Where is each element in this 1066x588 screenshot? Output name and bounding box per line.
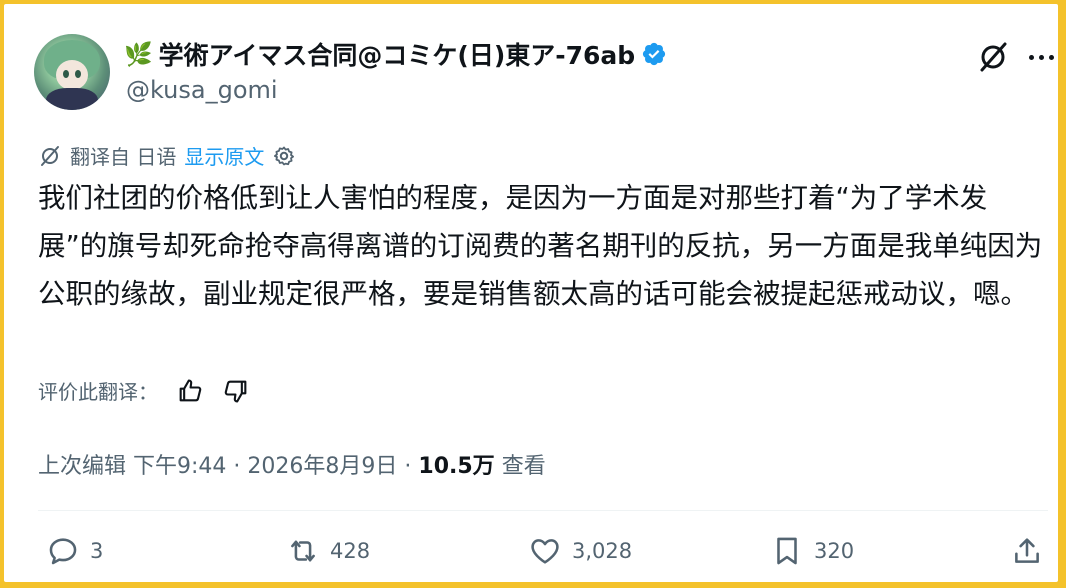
rate-translation-label: 评价此翻译：: [38, 380, 158, 404]
reply-count: 3: [90, 539, 104, 563]
like-count: 3,028: [572, 539, 633, 563]
show-original-link[interactable]: 显示原文: [184, 141, 264, 170]
bookmark-count: 320: [814, 539, 855, 563]
share-icon: [1015, 538, 1039, 563]
bookmark-button[interactable]: 320: [770, 534, 854, 568]
tweet-text: 我们社团的价格低到让人害怕的程度，是因为一方面是对那些打着“为了学术发展”的旗号…: [38, 182, 1043, 310]
avatar[interactable]: [34, 34, 110, 110]
herb-emoji: 🌿: [124, 41, 153, 68]
author-name-text: 学術アイマス合同@コミケ(日)東ア-76ab: [158, 41, 636, 70]
views-count: 10.5万: [418, 454, 495, 479]
reply-button[interactable]: 3: [46, 534, 103, 568]
more-icon[interactable]: [1026, 40, 1056, 74]
views-label: 查看: [501, 454, 546, 479]
meta-separator: ·: [404, 454, 412, 479]
tweet-time[interactable]: 下午9:44: [133, 454, 226, 479]
translated-from-label: 翻译自 日语: [70, 145, 177, 169]
tweet-date[interactable]: 2026年8月9日: [247, 454, 397, 479]
thumbs-up-icon[interactable]: [176, 377, 204, 405]
grok-icon[interactable]: [976, 40, 1010, 74]
tweet-card: 🌿 学術アイマス合同@コミケ(日)東ア-76ab @kusa_gomi 翻译自 …: [4, 4, 1058, 582]
like-button[interactable]: 3,028: [528, 534, 632, 568]
like-icon: [531, 539, 559, 564]
verified-badge-icon: [643, 42, 666, 66]
share-button[interactable]: [1010, 534, 1044, 568]
gear-icon[interactable]: [272, 144, 296, 168]
reply-icon: [49, 538, 77, 565]
author-handle[interactable]: @kusa_gomi: [126, 76, 278, 104]
translate-icon: [41, 145, 59, 166]
tweet-meta: 上次编辑 下午9:44 · 2026年8月9日 · 10.5万 查看: [38, 448, 546, 480]
rate-translation-row: 评价此翻译：: [38, 376, 250, 405]
retweet-count: 428: [330, 539, 371, 563]
retweet-button[interactable]: 428: [286, 534, 370, 568]
thumbs-down-icon[interactable]: [222, 377, 250, 405]
bookmark-icon: [777, 537, 797, 565]
retweet-icon: [291, 540, 315, 562]
author-display-name[interactable]: 🌿 学術アイマス合同@コミケ(日)東ア-76ab: [124, 36, 667, 72]
translation-bar: 翻译自 日语 显示原文: [38, 141, 296, 170]
edited-label[interactable]: 上次编辑: [38, 454, 126, 479]
divider: [38, 510, 1048, 511]
meta-separator: ·: [233, 454, 241, 479]
